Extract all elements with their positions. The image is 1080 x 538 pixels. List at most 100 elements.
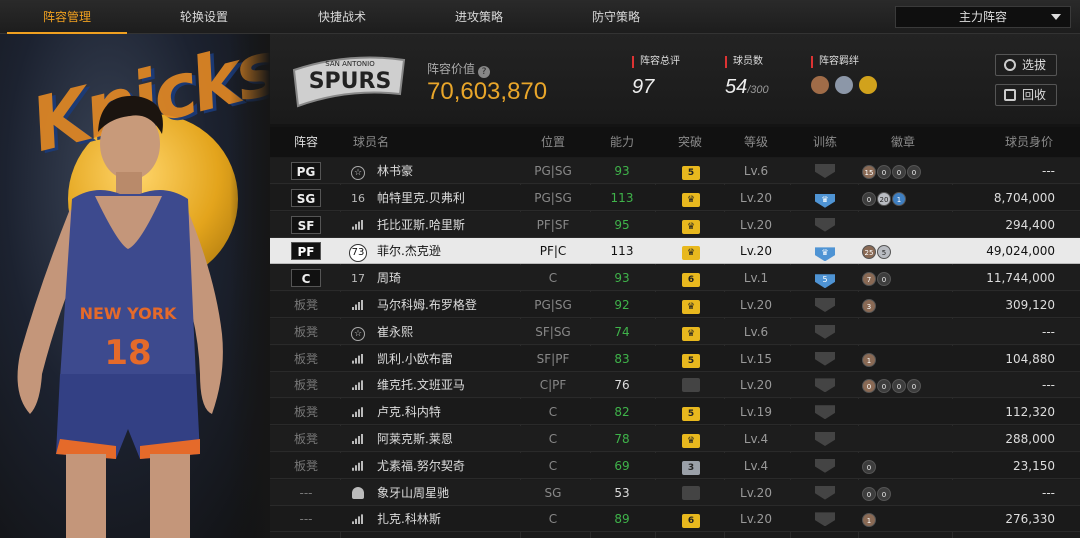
training[interactable]: 5	[810, 265, 840, 291]
training[interactable]	[810, 319, 840, 345]
col-level[interactable]: 等级	[744, 127, 768, 157]
table-row[interactable]: SF 托比亚斯.哈里斯 PF|SF 95 ♛ Lv.20 294,400	[270, 211, 1080, 238]
player-name[interactable]: 菲尔.杰克逊	[377, 238, 441, 264]
badge-icon: 0	[907, 165, 921, 179]
col-breakthrough[interactable]: 突破	[678, 127, 702, 157]
jersey-number: 73	[349, 244, 367, 263]
training[interactable]	[810, 399, 840, 425]
col-name[interactable]: 球员名	[353, 127, 389, 157]
badge-list[interactable]	[862, 212, 942, 238]
badge-list[interactable]: 0 20 1	[862, 185, 942, 211]
badge-list[interactable]: 70	[862, 265, 942, 291]
player-name[interactable]: 凯利.小欧布雷	[377, 346, 453, 372]
training[interactable]	[810, 453, 840, 479]
badge-list[interactable]: 1	[862, 346, 942, 372]
recycle-button[interactable]: 回收	[995, 84, 1057, 106]
lineup-slot[interactable]: 板凳	[290, 292, 322, 318]
lineup-slot[interactable]: 板凳	[290, 399, 322, 425]
badge-list[interactable]: 3	[862, 292, 942, 318]
player-name[interactable]: 崔永熙	[377, 319, 413, 345]
training[interactable]	[810, 158, 840, 184]
player-position: SF|SG	[535, 324, 571, 339]
tab-quick-tactics[interactable]: 快捷战术	[282, 0, 402, 34]
bond-icon[interactable]	[835, 76, 853, 94]
lineup-slot[interactable]: 板凳	[290, 319, 322, 345]
badge-list[interactable]: 15 0 0 0	[862, 158, 942, 184]
jersey-number: 16	[351, 191, 365, 205]
player-name[interactable]: 托比亚斯.哈里斯	[377, 212, 465, 238]
player-name[interactable]: 卢克.科内特	[377, 399, 441, 425]
help-icon[interactable]: ?	[478, 66, 491, 78]
col-worth[interactable]: 球员身价	[1005, 127, 1053, 157]
lineup-slot[interactable]: PF	[290, 238, 322, 264]
lineup-slot[interactable]: PG	[290, 158, 322, 184]
training[interactable]	[810, 480, 840, 506]
col-position[interactable]: 位置	[541, 127, 565, 157]
table-row[interactable]: PG ☆ 林书豪 PG|SG 93 5 Lv.6 15 0 0 0 ---	[270, 158, 1080, 184]
table-row[interactable]: 板凳 阿莱克斯.莱恩 C 78 ♛ Lv.4 288,000	[270, 426, 1080, 452]
tab-rotation[interactable]: 轮换设置	[144, 0, 264, 34]
lineup-slot[interactable]: C	[290, 265, 322, 291]
lineup-slot[interactable]: ---	[290, 480, 322, 506]
badge-list[interactable]	[862, 426, 942, 452]
lineup-slot[interactable]: 板凳	[290, 372, 322, 398]
badge-list[interactable]: 0	[862, 453, 942, 479]
training[interactable]	[810, 506, 840, 532]
player-ability: 93	[614, 271, 630, 286]
player-name[interactable]: 扎克.科林斯	[377, 506, 441, 532]
tab-lineup[interactable]: 阵容管理	[7, 0, 127, 34]
table-row[interactable]: 板凳 维克托.文班亚马 C|PF 76 Lv.20 0 0 0 0 ---	[270, 372, 1080, 399]
training[interactable]	[810, 426, 840, 452]
col-ability[interactable]: 能力	[610, 127, 634, 157]
player-name[interactable]: 维克托.文班亚马	[377, 372, 465, 398]
table-row[interactable]: SG 16 帕特里克.贝弗利 PG|SG 113 ♛ Lv.20 ♛ 0 20 1 8,704,000	[270, 184, 1080, 211]
lineup-slot[interactable]: 板凳	[290, 346, 322, 372]
lineup-select[interactable]: 主力阵容	[895, 6, 1071, 28]
table-row[interactable]: 板凳 ☆ 崔永熙 SF|SG 74 ♛ Lv.6 ---	[270, 318, 1080, 345]
bond-icon[interactable]	[811, 76, 829, 94]
player-name[interactable]: 象牙山周星驰	[377, 480, 449, 506]
lineup-slot[interactable]: SF	[290, 212, 322, 238]
table-row[interactable]: C 17 周琦 C 93 6 Lv.1 5 7 0 11,744,000	[270, 265, 1080, 292]
tab-defense[interactable]: 防守策略	[556, 0, 676, 34]
training[interactable]: ♛	[810, 185, 840, 211]
lineup-slot[interactable]: SG	[290, 185, 322, 211]
training[interactable]	[810, 372, 840, 398]
player-ability: 74	[614, 324, 630, 339]
training[interactable]	[810, 212, 840, 238]
badge-list[interactable]	[862, 319, 942, 345]
tab-offense[interactable]: 进攻策略	[419, 0, 539, 34]
player-name[interactable]: 周琦	[377, 265, 401, 291]
player-name[interactable]: 马尔科姆.布罗格登	[377, 292, 477, 318]
lineup-slot[interactable]: 板凳	[290, 453, 322, 479]
badge-list[interactable]: 25 5	[862, 238, 942, 264]
col-lineup[interactable]: 阵容	[294, 127, 318, 157]
player-name[interactable]: 林书豪	[377, 158, 413, 184]
player-name[interactable]: 阿莱克斯.莱恩	[377, 426, 453, 452]
lineup-slot[interactable]: 板凳	[290, 426, 322, 452]
lineup-slot[interactable]: ---	[290, 506, 322, 532]
badge-list[interactable]: 1	[862, 506, 942, 532]
badge-list[interactable]	[862, 399, 942, 425]
table-row[interactable]: 板凳 凯利.小欧布雷 SF|PF 83 5 Lv.15 1 104,880	[270, 345, 1080, 372]
col-badges[interactable]: 徽章	[891, 127, 915, 157]
table-row[interactable]: 板凳 卢克.科内特 C 82 5 Lv.19 112,320	[270, 399, 1080, 426]
badge-list[interactable]: 00	[862, 480, 942, 506]
table-row[interactable]: --- 扎克.科林斯 C 89 6 Lv.20 1 276,330	[270, 506, 1080, 533]
table-row[interactable]: --- 象牙山周星驰 SG 53 Lv.20 0 0 ---	[270, 479, 1080, 506]
bond-icon[interactable]	[859, 76, 877, 94]
player-level: Lv.15	[740, 351, 772, 366]
breakthrough: 5	[674, 399, 708, 425]
training[interactable]	[810, 292, 840, 318]
art-fade	[230, 34, 270, 538]
table-row[interactable]: 板凳 尤素福.努尔契奇 C 69 3 Lv.4 0 23,150	[270, 452, 1080, 479]
table-row[interactable]: PF 73 菲尔.杰克逊 PF|C 113 ♛ Lv.20 ♛ 25 5 49,024,000	[270, 238, 1080, 265]
training[interactable]: ♛	[810, 238, 840, 264]
table-row[interactable]: 板凳 马尔科姆.布罗格登 PG|SG 92 ♛ Lv.20 3 309,120	[270, 292, 1080, 318]
player-name[interactable]: 尤素福.努尔契奇	[377, 453, 465, 479]
col-training[interactable]: 训练	[813, 127, 837, 157]
player-name[interactable]: 帕特里克.贝弗利	[377, 185, 465, 211]
training[interactable]	[810, 346, 840, 372]
badge-list[interactable]: 0000	[862, 372, 942, 398]
draft-button[interactable]: 选拔	[995, 54, 1057, 76]
